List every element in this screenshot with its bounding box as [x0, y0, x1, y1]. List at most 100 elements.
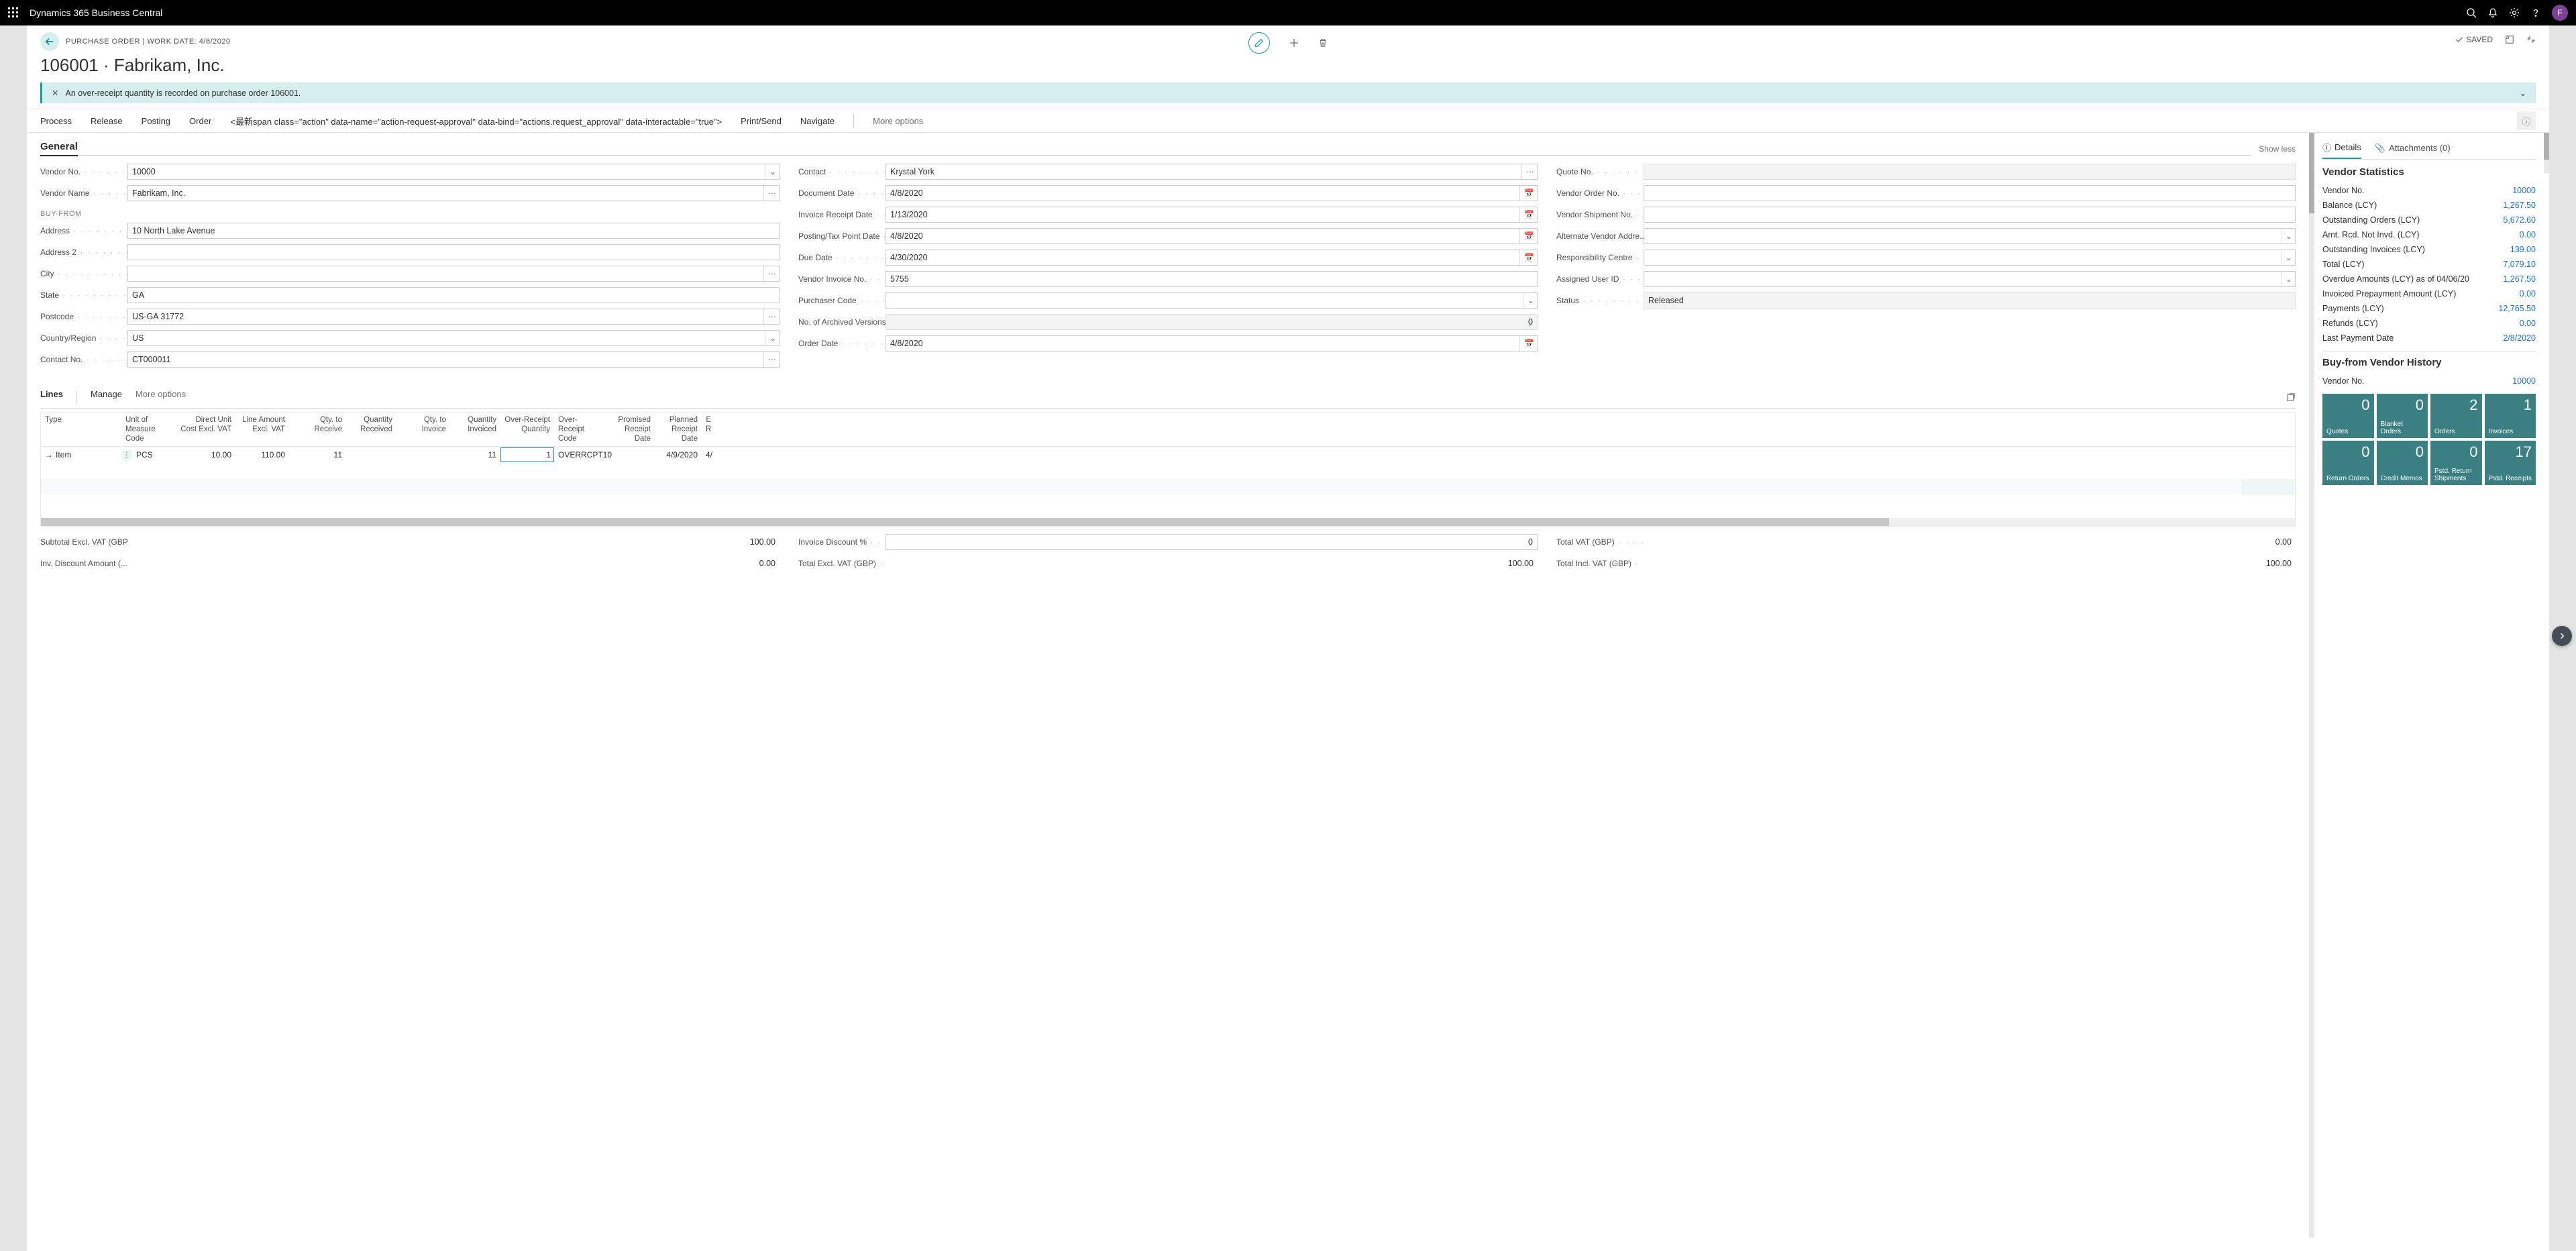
doc-date-input[interactable]: 4/8/2020📅 [885, 185, 1538, 201]
app-launcher-icon[interactable] [8, 7, 19, 18]
calendar-icon[interactable]: 📅 [1519, 250, 1534, 265]
avatar[interactable]: F [2552, 5, 2568, 21]
calendar-icon[interactable]: 📅 [1519, 207, 1534, 222]
action-navigate[interactable]: Navigate [800, 116, 835, 126]
history-tile[interactable]: 0Pstd. Return Shipments [2430, 441, 2482, 485]
info-icon[interactable]: ⓘ [2517, 111, 2536, 130]
lookup-icon[interactable]: ⋯ [763, 309, 776, 324]
delete-button[interactable] [1318, 38, 1328, 48]
action-order[interactable]: Order [189, 116, 211, 126]
action-more-options[interactable]: More options [873, 116, 923, 126]
state-input[interactable]: GA [127, 287, 780, 303]
lookup-icon[interactable]: ⋯ [763, 352, 776, 367]
action-posting[interactable]: Posting [142, 116, 170, 126]
dropdown-icon[interactable]: ⌄ [2281, 272, 2292, 286]
tab-manage[interactable]: Manage [91, 389, 122, 404]
calendar-icon[interactable]: 📅 [1519, 229, 1534, 243]
resp-centre-input[interactable]: ⌄ [1644, 250, 2296, 266]
row-menu-icon[interactable]: ⋮ [121, 450, 132, 459]
dropdown-icon[interactable]: ⌄ [765, 164, 776, 179]
contact-no-input[interactable]: CT000011⋯ [127, 351, 780, 368]
help-icon[interactable] [2525, 2, 2546, 23]
tab-lines-more[interactable]: More options [136, 389, 186, 404]
stat-value[interactable]: 0.00 [2520, 230, 2536, 239]
show-less-link[interactable]: Show less [2259, 144, 2296, 154]
popout-icon[interactable] [2505, 35, 2514, 44]
history-tile[interactable]: 0Credit Memos [2377, 441, 2428, 485]
gear-icon[interactable] [2504, 2, 2525, 23]
lookup-icon[interactable]: ⋯ [1521, 164, 1534, 179]
history-tile[interactable]: 2Orders [2430, 394, 2482, 438]
dropdown-icon[interactable]: ⌄ [765, 331, 776, 345]
action-release[interactable]: Release [91, 116, 123, 126]
history-tile[interactable]: 0Return Orders [2322, 441, 2374, 485]
assigned-user-input[interactable]: ⌄ [1644, 271, 2296, 287]
lines-popout-icon[interactable] [2286, 392, 2296, 402]
new-button[interactable] [1289, 38, 1299, 48]
address-input[interactable]: 10 North Lake Avenue [127, 223, 780, 239]
stat-label: Payments (LCY) [2322, 304, 2384, 313]
collapse-icon[interactable] [2526, 35, 2536, 44]
vendor-ship-input[interactable] [1644, 207, 2296, 223]
page-title: 106001 · Fabrikam, Inc. [40, 55, 2536, 76]
action-print-send[interactable]: Print/Send [741, 116, 782, 126]
sidebar-scrollbar[interactable] [2544, 133, 2549, 173]
purchaser-input[interactable]: ⌄ [885, 292, 1538, 309]
lookup-icon[interactable]: ⋯ [763, 186, 776, 201]
stat-value[interactable]: 10000 [2512, 186, 2536, 195]
paperclip-icon: 📎 [2375, 143, 2385, 154]
tab-details[interactable]: ⓘDetails [2322, 141, 2361, 159]
order-date-input[interactable]: 4/8/2020📅 [885, 335, 1538, 351]
inv-disc-pct-input[interactable]: 0 [885, 534, 1538, 550]
alt-vendor-input[interactable]: ⌄ [1644, 228, 2296, 244]
vendor-name-input[interactable]: Fabrikam, Inc.⋯ [127, 185, 780, 201]
contact-input[interactable]: Krystal York⋯ [885, 164, 1538, 180]
stat-value[interactable]: 1,267.50 [2503, 201, 2536, 210]
expand-panel-button[interactable] [2552, 626, 2572, 646]
due-date-input[interactable]: 4/30/2020📅 [885, 250, 1538, 266]
posting-date-input[interactable]: 4/8/2020📅 [885, 228, 1538, 244]
tab-attachments[interactable]: 📎Attachments (0) [2375, 141, 2451, 159]
stat-value[interactable]: 0.00 [2520, 319, 2536, 328]
inv-receipt-date-input[interactable]: 1/13/2020📅 [885, 207, 1538, 223]
stat-value[interactable]: 2/8/2020 [2503, 333, 2536, 343]
grid-scrollbar[interactable] [41, 518, 2295, 526]
city-input[interactable]: ⋯ [127, 266, 780, 282]
tab-lines[interactable]: Lines [40, 389, 63, 404]
calendar-icon[interactable]: 📅 [1519, 336, 1534, 351]
stat-value[interactable]: 1,267.50 [2503, 274, 2536, 284]
history-tile[interactable]: 1Invoices [2485, 394, 2536, 438]
dropdown-icon[interactable]: ⌄ [2281, 229, 2292, 243]
lookup-icon[interactable]: ⋯ [763, 266, 776, 281]
vendor-no-input[interactable]: 10000⌄ [127, 164, 780, 180]
search-icon[interactable] [2461, 2, 2482, 23]
back-button[interactable] [40, 32, 59, 51]
address2-input[interactable] [127, 244, 780, 260]
dropdown-icon[interactable]: ⌄ [1523, 293, 1534, 308]
table-row[interactable]: →Item ⋮ PCS 10.00 110.00 11 11 1 OVERRCP… [41, 447, 2295, 463]
bell-icon[interactable] [2482, 2, 2504, 23]
calendar-icon[interactable]: 📅 [1519, 186, 1534, 201]
stat-value[interactable]: 7,079.10 [2503, 260, 2536, 269]
banner-chevron-icon[interactable]: ⌄ [2520, 88, 2526, 98]
over-receipt-qty-input[interactable]: 1 [500, 447, 554, 462]
history-tile[interactable]: 0Quotes [2322, 394, 2374, 438]
edit-button[interactable] [1248, 32, 1270, 54]
stat-value[interactable]: 0.00 [2520, 289, 2536, 298]
country-input[interactable]: US⌄ [127, 330, 780, 346]
stat-value[interactable]: 5,672.60 [2503, 215, 2536, 225]
dropdown-icon[interactable]: ⌄ [2281, 250, 2292, 265]
history-tile[interactable]: 17Pstd. Receipts [2485, 441, 2536, 485]
postcode-input[interactable]: US-GA 31772⋯ [127, 309, 780, 325]
action-process[interactable]: Process [40, 116, 72, 126]
main-scrollbar[interactable] [2309, 133, 2314, 1238]
history-vendor-no[interactable]: 10000 [2512, 376, 2536, 386]
stat-value[interactable]: 139.00 [2510, 245, 2536, 254]
vendor-inv-input[interactable]: 5755 [885, 271, 1538, 287]
lines-grid[interactable]: Type Unit of Measure Code Direct Unit Co… [40, 413, 2296, 527]
banner-close-icon[interactable]: ✕ [52, 88, 58, 98]
vendor-order-input[interactable] [1644, 185, 2296, 201]
stat-value[interactable]: 12,765.50 [2498, 304, 2536, 313]
info-banner: ✕ An over-receipt quantity is recorded o… [40, 83, 2536, 103]
history-tile[interactable]: 0Blanket Orders [2377, 394, 2428, 438]
